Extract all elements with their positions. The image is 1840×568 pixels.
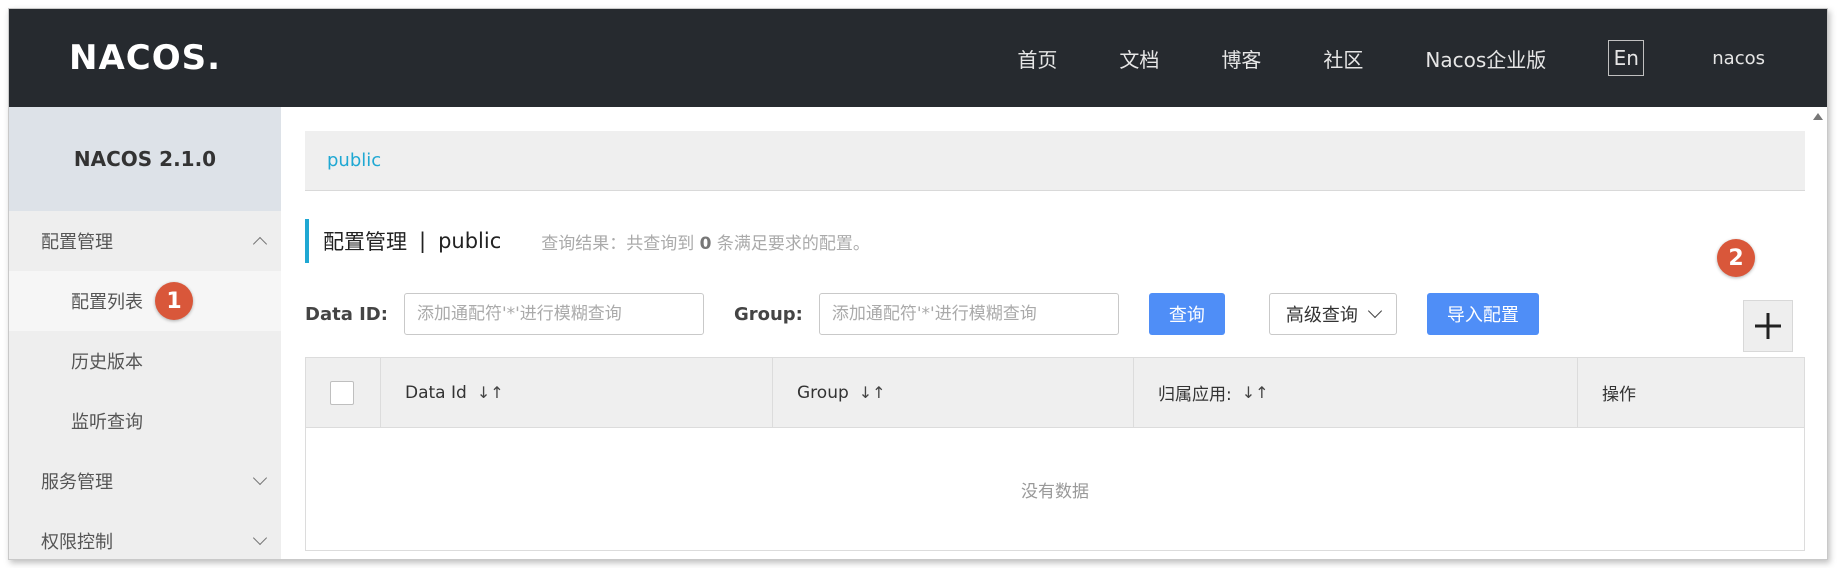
sidebar-item-listener[interactable]: 监听查询 [9, 391, 281, 451]
empty-text: 没有数据 [1021, 481, 1089, 502]
logo-text: NACOS. [69, 38, 222, 78]
table-header: Data Id ↓↑ Group ↓↑ 归属应用: ↓↑ 操作 [306, 358, 1804, 428]
dataid-label: Data ID: [305, 303, 388, 325]
group-label: Group: [733, 303, 803, 325]
sidebar-group-auth[interactable]: 权限控制 [9, 511, 281, 559]
group-input[interactable] [818, 293, 1119, 335]
add-config-button[interactable] [1743, 300, 1793, 352]
table-body: 没有数据 [306, 428, 1804, 550]
main-content: public 配置管理 | public 查询结果：共查询到 0 条满足要求的配… [281, 107, 1827, 559]
sort-icon[interactable]: ↓↑ [859, 383, 886, 402]
sidebar-item-label: 配置列表 [71, 292, 143, 313]
sidebar-item-history[interactable]: 历史版本 [9, 331, 281, 391]
namespace-bar: public [305, 131, 1805, 191]
result-suffix: 条满足要求的配置。 [716, 233, 870, 254]
annotation-badge-2: 2 [1717, 239, 1755, 277]
dataid-input[interactable] [403, 293, 704, 335]
nav-blog[interactable]: 博客 [1221, 44, 1261, 73]
annotation-badge-1: 1 [155, 282, 193, 320]
page-header: 配置管理 | public 查询结果：共查询到 0 条满足要求的配置。 [305, 219, 870, 263]
sort-icon[interactable]: ↓↑ [477, 383, 504, 402]
sidebar-group-config[interactable]: 配置管理 [9, 211, 281, 271]
app-window: NACOS. 首页 文档 博客 社区 Nacos企业版 En nacos NAC… [8, 8, 1828, 560]
scroll-up-arrow-icon[interactable] [1813, 113, 1823, 120]
nav-home[interactable]: 首页 [1017, 44, 1057, 73]
column-data-id[interactable]: Data Id ↓↑ [381, 358, 773, 427]
sidebar-version-title: NACOS 2.1.0 [9, 107, 281, 211]
sidebar-group-label: 服务管理 [41, 472, 113, 493]
chevron-down-icon [1367, 303, 1382, 319]
page-title: 配置管理 [323, 230, 407, 254]
column-label: Data Id [405, 382, 467, 403]
column-actions: 操作 [1578, 358, 1804, 427]
column-group[interactable]: Group ↓↑ [773, 358, 1134, 427]
chevron-up-icon [252, 236, 268, 252]
user-name[interactable]: nacos [1712, 48, 1765, 69]
config-table: Data Id ↓↑ Group ↓↑ 归属应用: ↓↑ 操作 没有数据 [305, 357, 1805, 551]
chevron-down-icon [252, 470, 268, 486]
sidebar: NACOS 2.1.0 配置管理 配置列表 1 历史版本 监听查询 服务管理 权… [9, 107, 281, 559]
select-all-checkbox[interactable] [330, 380, 354, 405]
column-label: 操作 [1602, 385, 1636, 405]
result-prefix: 查询结果：共查询到 [541, 233, 695, 254]
select-all-cell [306, 358, 381, 427]
nacos-logo[interactable]: NACOS. [69, 37, 221, 79]
language-switch[interactable]: En [1608, 40, 1645, 76]
sidebar-group-service[interactable]: 服务管理 [9, 451, 281, 511]
sidebar-group-label: 配置管理 [41, 232, 113, 253]
column-label: Group [797, 382, 849, 403]
advanced-query-label: 高级查询 [1285, 305, 1358, 326]
query-button[interactable]: 查询 [1148, 293, 1225, 335]
nav-docs[interactable]: 文档 [1119, 44, 1159, 73]
title-separator: | [419, 229, 427, 253]
page-namespace: public [438, 229, 502, 253]
top-nav: 首页 文档 博客 社区 Nacos企业版 En nacos [1017, 9, 1827, 107]
nav-enterprise[interactable]: Nacos企业版 [1425, 44, 1546, 73]
column-app[interactable]: 归属应用: ↓↑ [1134, 358, 1578, 427]
top-header: NACOS. 首页 文档 博客 社区 Nacos企业版 En nacos [9, 9, 1827, 107]
query-result-text: 查询结果：共查询到 0 条满足要求的配置。 [541, 229, 870, 254]
sidebar-item-config-list[interactable]: 配置列表 1 [9, 271, 281, 331]
sidebar-item-label: 历史版本 [71, 352, 143, 373]
namespace-public-link[interactable]: public [327, 150, 381, 171]
sidebar-item-label: 监听查询 [71, 412, 143, 433]
nav-community[interactable]: 社区 [1323, 44, 1363, 73]
column-label: 归属应用: [1158, 385, 1232, 405]
sort-icon[interactable]: ↓↑ [1242, 383, 1269, 402]
result-count: 0 [699, 233, 712, 254]
sidebar-group-label: 权限控制 [41, 532, 113, 553]
import-config-button[interactable]: 导入配置 [1426, 293, 1539, 335]
chevron-down-icon [252, 530, 268, 546]
filter-row: Data ID: Group: 查询 高级查询 导入配置 [305, 293, 1539, 335]
advanced-query-dropdown[interactable]: 高级查询 [1268, 293, 1397, 335]
plus-icon [1755, 313, 1781, 339]
